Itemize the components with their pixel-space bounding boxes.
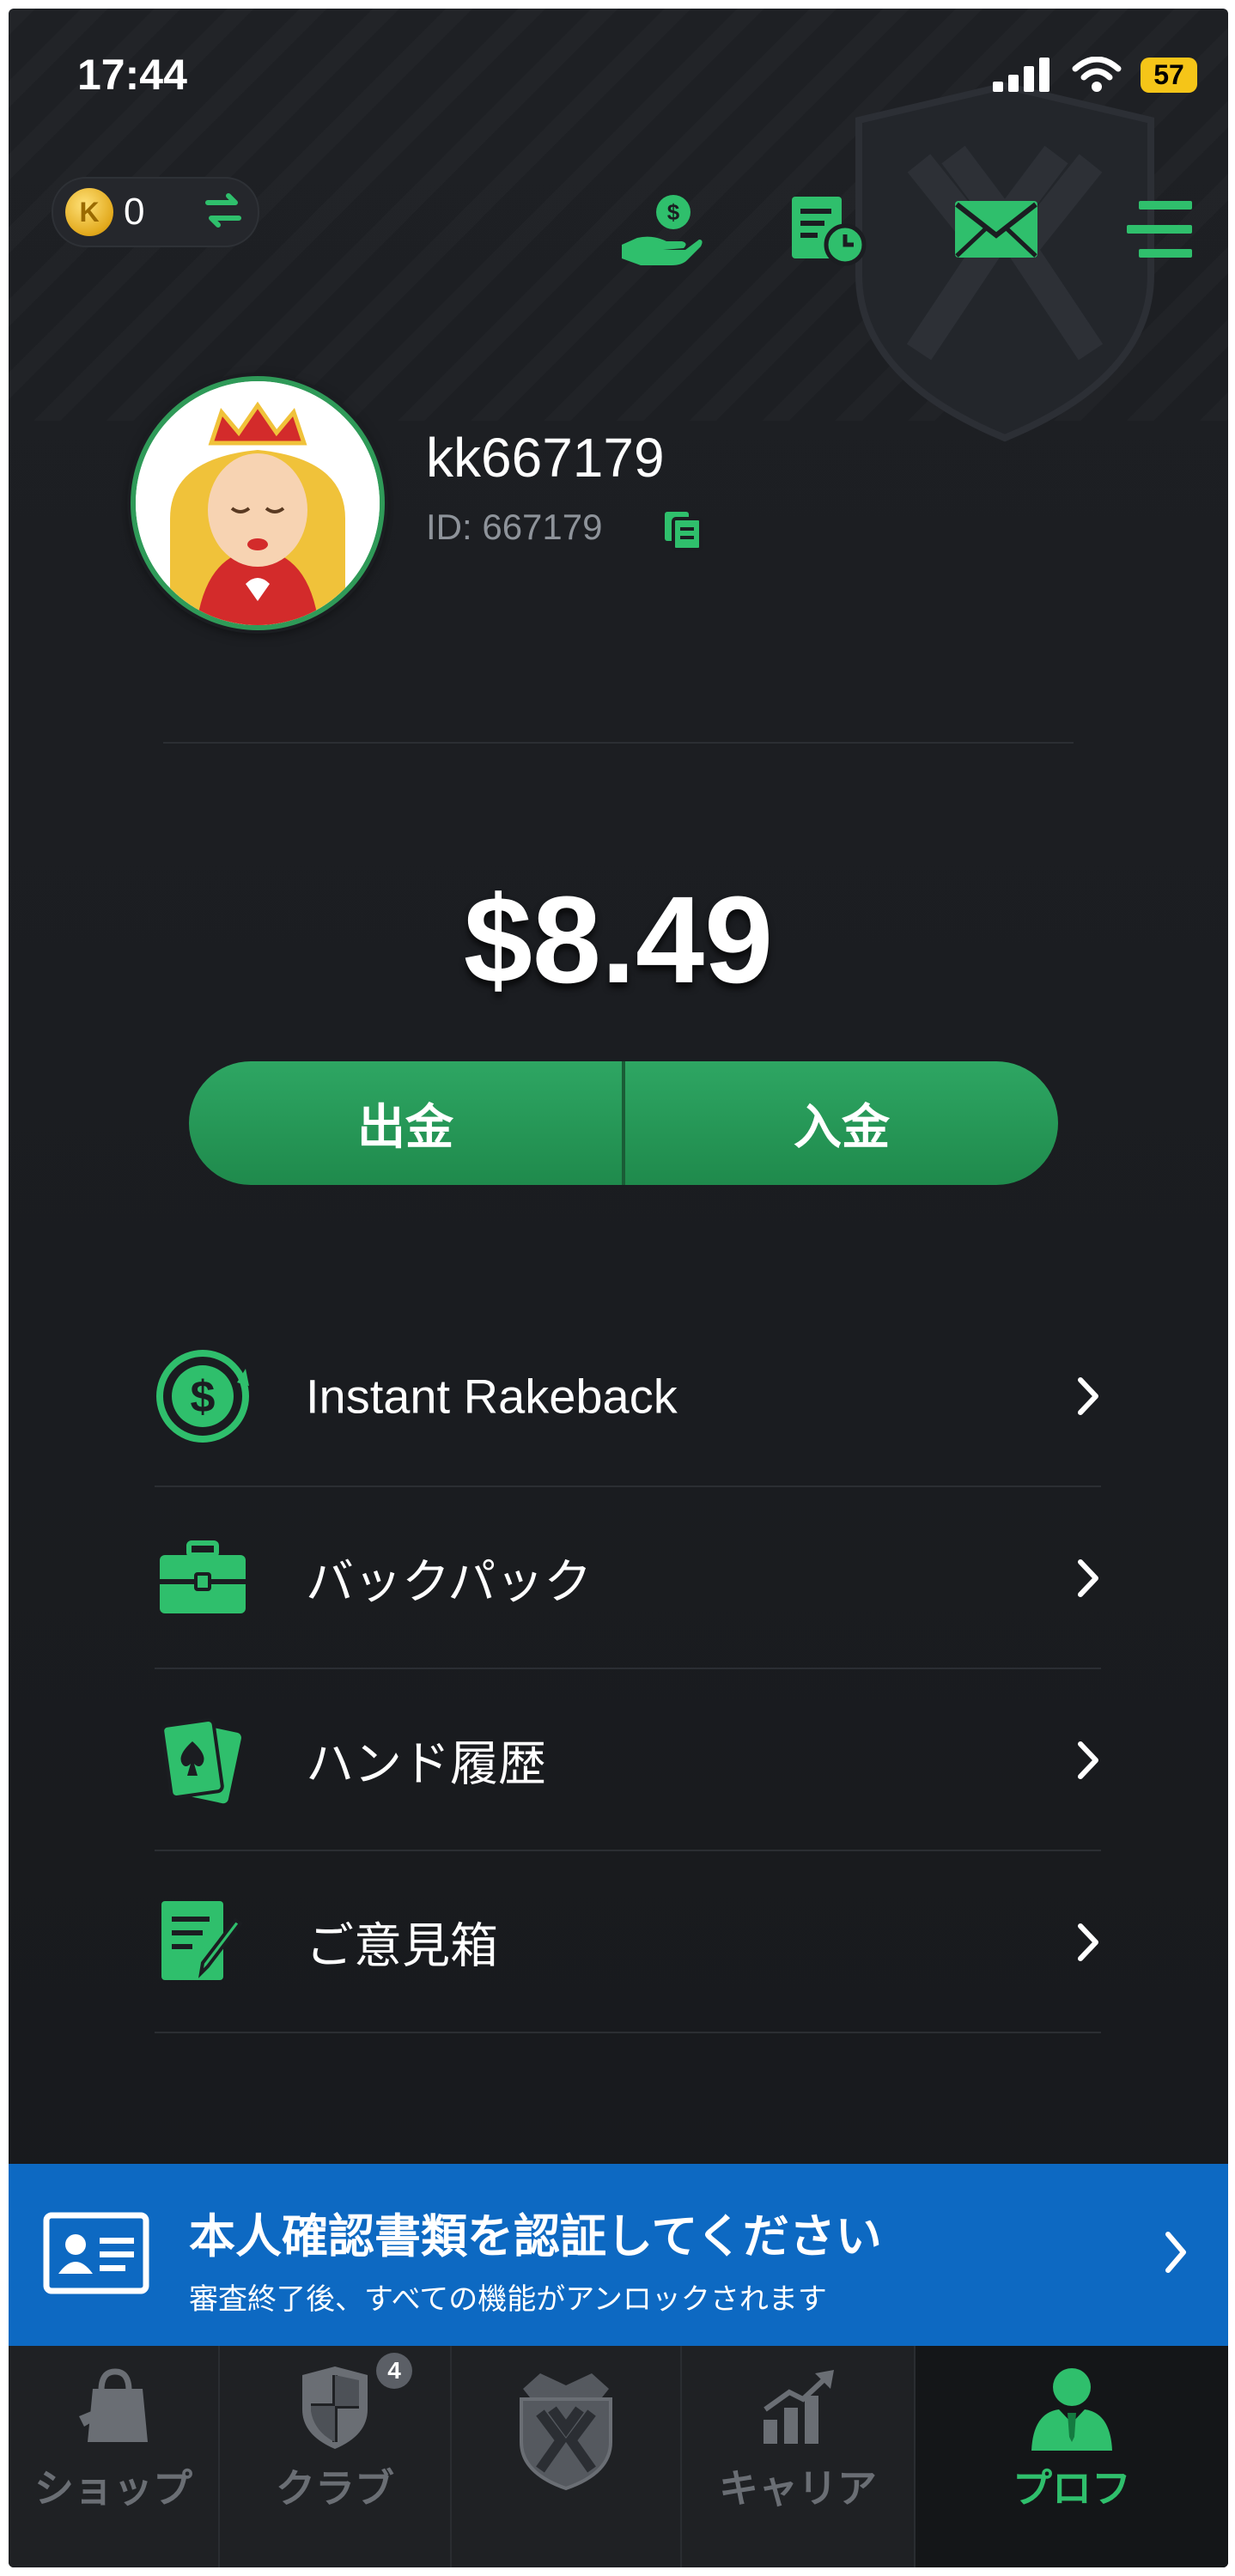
tab-home[interactable] [452,2346,680,2567]
svg-text:$: $ [191,1372,216,1422]
menu-item-backpack[interactable]: バックパック [155,1487,1101,1669]
menu-divider [155,2032,1101,2033]
bottom-tab-bar: ショップ 4 クラブ キャリア プロフ [9,2346,1228,2567]
club-notification-badge: 4 [376,2353,412,2389]
coin-balance-pill[interactable]: K 0 [52,177,259,247]
user-id: ID: 667179 [426,507,603,547]
menu-item-hand-history[interactable]: ハンド履歴 [155,1669,1101,1851]
k-coin-icon: K [65,188,113,236]
career-chart-icon [764,2370,834,2444]
menu-item-instant-rakeback[interactable]: $ Instant Rakeback [155,1305,1101,1487]
mail-icon[interactable] [953,199,1039,259]
status-indicators: 57 [993,57,1197,93]
feedback-edit-icon [155,1894,251,1990]
chevron-right-icon [1078,1741,1098,1779]
chevron-right-icon [1078,1377,1098,1415]
coin-balance: 0 [124,191,145,233]
rakeback-dollar-icon: $ [155,1348,251,1444]
profile-divider [163,742,1074,744]
menu-item-feedback[interactable]: ご意見箱 [155,1851,1101,2033]
menu-label: ご意見箱 [306,1918,498,1973]
tab-profile[interactable]: プロフ [916,2346,1228,2567]
cards-icon [155,1712,251,1808]
tab-career[interactable]: キャリア [682,2346,914,2567]
id-card-icon [43,2212,149,2294]
menu-label: Instant Rakeback [306,1369,678,1424]
tab-shop[interactable]: ショップ [9,2346,218,2567]
tab-label: ショップ [34,2466,192,2511]
chevron-right-icon [1078,1559,1098,1597]
status-time: 17:44 [77,51,187,99]
avatar[interactable] [131,376,385,630]
tab-label: キャリア [719,2466,877,2511]
history-clock-icon[interactable] [788,193,867,267]
menu-icon[interactable] [1125,199,1194,259]
menu-label: ハンド履歴 [306,1736,546,1791]
profile-person-icon [1031,2368,1112,2451]
username: kk667179 [426,427,665,489]
briefcase-icon [155,1530,251,1626]
kk-logo-icon [520,2373,612,2491]
club-shield-icon [302,2366,368,2449]
app-screen: 17:44 57 K 0 $ kk667179 ID: 667179 $8.49… [9,9,1228,2567]
tab-label: プロフ [1013,2466,1131,2511]
tab-club[interactable]: 4 クラブ [220,2346,450,2567]
svg-text:$: $ [667,199,680,225]
menu-label: バックパック [306,1554,593,1609]
deposit-button[interactable]: 入金 [625,1061,1058,1185]
battery-indicator: 57 [1141,57,1197,93]
shop-bag-icon [79,2368,148,2442]
banner-title: 本人確認書類を認証してください [189,2211,882,2263]
chevron-right-icon [1078,1923,1098,1961]
withdraw-button[interactable]: 出金 [189,1061,622,1185]
copy-icon[interactable] [661,508,704,551]
signal-icon [993,58,1049,92]
queen-avatar-icon [136,381,380,625]
exchange-arrows-icon[interactable] [204,191,242,230]
wifi-icon [1072,57,1122,92]
account-balance: $8.49 [463,871,774,1009]
banner-subtitle: 審査終了後、すべての機能がアンロックされます [189,2283,827,2316]
id-verification-banner[interactable]: 本人確認書類を認証してください 審査終了後、すべての機能がアンロックされます [9,2164,1228,2346]
tab-label: クラブ [276,2466,394,2511]
chevron-right-icon [1165,2232,1186,2273]
cashier-hand-icon[interactable]: $ [618,193,704,267]
